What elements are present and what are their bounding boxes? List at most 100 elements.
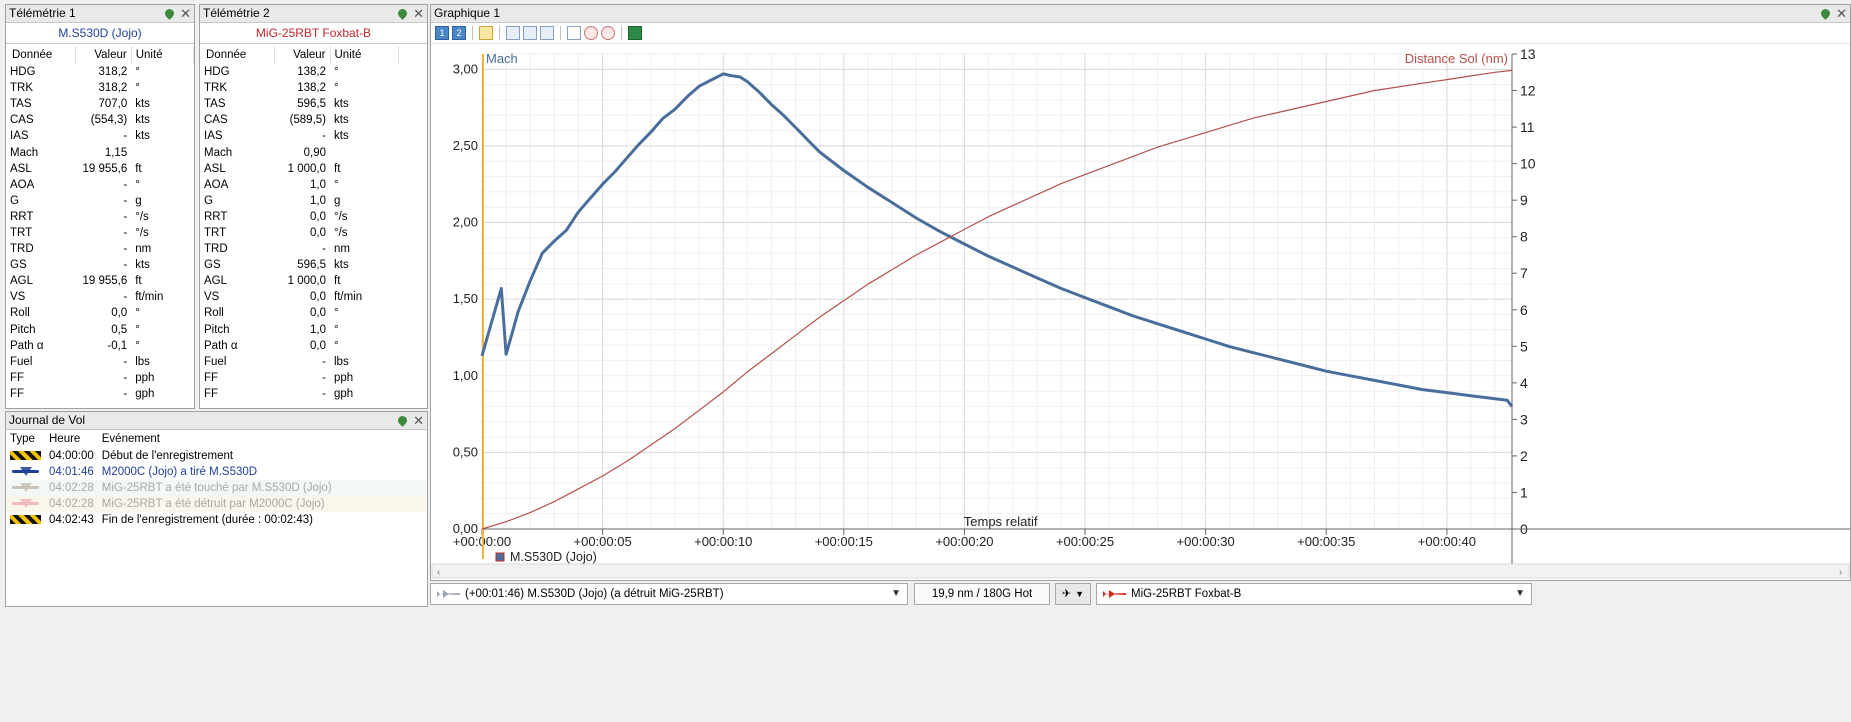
log-entry[interactable]: 04:01:46 M2000C (Jojo) a tiré M.S530D <box>6 464 427 480</box>
pin-icon[interactable] <box>396 414 409 427</box>
log-entry[interactable]: 04:00:00 Début de l'enregistrement <box>6 448 427 464</box>
pin-icon[interactable] <box>163 7 176 20</box>
telemetry-row[interactable]: ASL 19 955,6 ft <box>6 161 194 177</box>
telemetry-row[interactable]: AGL 1 000,0 ft <box>200 273 398 289</box>
column-header-heure[interactable]: Heure <box>45 430 98 448</box>
chevron-down-icon[interactable]: ▼ <box>891 584 901 604</box>
chevron-down-icon[interactable]: ▼ <box>1075 589 1084 599</box>
telemetry-1-table: Donnée Valeur Unité HDG 318,2 ° TRK 318,2 ° TA… <box>6 46 194 402</box>
telemetry-row[interactable]: HDG 318,2 ° <box>6 64 194 80</box>
telemetry-row[interactable]: FF - pph <box>200 370 398 386</box>
telemetry-chart[interactable]: 0,000,501,001,502,002,503,00012345678910… <box>431 44 1850 580</box>
telemetry-row[interactable]: AOA - ° <box>6 177 194 193</box>
zoom-in-icon[interactable] <box>584 26 598 40</box>
close-icon[interactable]: ✕ <box>1836 7 1847 20</box>
target-options-button[interactable]: ✈ ▼ <box>1055 583 1091 605</box>
telemetry-row[interactable]: Fuel - lbs <box>200 354 398 370</box>
telemetry-row[interactable]: HDG 138,2 ° <box>200 64 398 80</box>
excel-export-icon[interactable] <box>628 26 642 40</box>
telemetry-row[interactable]: TRK 138,2 ° <box>200 80 398 96</box>
graph-toolbar: 1 2 <box>431 23 1850 44</box>
telemetry-row[interactable]: AGL 19 955,6 ft <box>6 273 194 289</box>
telemetry-field-unit: ° <box>334 178 339 191</box>
telemetry-row[interactable]: TRD - nm <box>6 241 194 257</box>
telemetry-row[interactable]: RRT - °/s <box>6 209 194 225</box>
telemetry-row[interactable]: Path α -0,1 ° <box>6 338 194 354</box>
pin-icon[interactable] <box>1819 7 1832 20</box>
log-entry[interactable]: 04:02:28 MiG-25RBT a été détruit par M200… <box>6 496 427 512</box>
telemetry-row[interactable]: ASL 1 000,0 ft <box>200 161 398 177</box>
log-entry[interactable]: 04:02:43 Fin de l'enregistrement (durée :… <box>6 512 427 528</box>
telemetry-field-value: 318,2 <box>98 82 128 95</box>
telemetry-2-aircraft[interactable]: MiG-25RBT Foxbat-B <box>200 23 427 44</box>
telemetry-row[interactable]: Roll 0,0 ° <box>200 305 398 321</box>
telemetry-row[interactable]: FF - gph <box>6 386 194 402</box>
telemetry-row[interactable]: AOA 1,0 ° <box>200 177 398 193</box>
zoom-out-icon[interactable] <box>601 26 615 40</box>
column-header-evenement[interactable]: Evénement <box>98 430 427 448</box>
column-header-unite[interactable]: Unité <box>330 46 399 64</box>
telemetry-field-value: 1,0 <box>310 323 326 336</box>
column-header-type[interactable]: Type <box>6 430 45 448</box>
column-header-valeur[interactable]: Valeur <box>274 46 331 64</box>
telemetry-row[interactable]: TAS 596,5 kts <box>200 96 398 112</box>
remove-graph-icon[interactable] <box>540 26 554 40</box>
telemetry-row[interactable]: CAS (589,5) kts <box>200 112 398 128</box>
close-icon[interactable]: ✕ <box>413 7 424 20</box>
target-selector[interactable]: MiG-25RBT Foxbat-B ▼ <box>1096 583 1532 605</box>
telemetry-row[interactable]: Path α 0,0 ° <box>200 338 398 354</box>
column-header-donnee[interactable]: Donnée <box>200 46 275 64</box>
page-icon[interactable] <box>567 26 581 40</box>
telemetry-row[interactable]: Mach 0,90 <box>200 144 398 160</box>
telemetry-row[interactable]: G 1,0 g <box>200 193 398 209</box>
telemetry-row[interactable]: VS - ft/min <box>6 289 194 305</box>
y-left-tick-label: 2,00 <box>453 215 478 230</box>
y-right-tick-label: 2 <box>1520 448 1528 464</box>
column-header-valeur[interactable]: Valeur <box>75 46 132 64</box>
telemetry-row[interactable]: TAS 707,0 kts <box>6 96 194 112</box>
toolbar-separator <box>621 26 622 40</box>
close-icon[interactable]: ✕ <box>180 7 191 20</box>
telemetry-field-unit: gph <box>135 387 155 400</box>
chevron-down-icon[interactable]: ▼ <box>1515 584 1525 604</box>
telemetry-row[interactable]: Pitch 0,5 ° <box>6 322 194 338</box>
column-header-donnee[interactable]: Donnée <box>6 46 77 64</box>
column-header-unite[interactable]: Unité <box>131 46 194 64</box>
telemetry-row[interactable]: FF - pph <box>6 370 194 386</box>
close-icon[interactable]: ✕ <box>413 414 424 427</box>
telemetry-row[interactable]: G -g <box>6 193 194 209</box>
wand-icon[interactable] <box>479 26 493 40</box>
hazard-stripe-icon <box>10 451 41 461</box>
log-entry[interactable]: 04:02:28 MiG-25RBT a été touché par M.S53… <box>6 480 427 496</box>
telemetry-row[interactable]: TRT - °/s <box>6 225 194 241</box>
telemetry-row[interactable]: RRT 0,0 °/s <box>200 209 398 225</box>
series-2-button[interactable]: 2 <box>452 26 466 40</box>
telemetry-field-unit: °/s <box>334 210 348 223</box>
y-left-tick-label: 2,50 <box>453 138 478 153</box>
telemetry-row[interactable]: TRT 0,0 °/s <box>200 225 398 241</box>
series-1-button[interactable]: 1 <box>435 26 449 40</box>
telemetry-row[interactable]: IAS - kts <box>200 128 398 144</box>
telemetry-row[interactable]: IAS - kts <box>6 128 194 144</box>
telemetry-2-header: Télémétrie 2 ✕ <box>200 5 427 23</box>
telemetry-field-unit: ° <box>135 323 140 336</box>
telemetry-field-name: Mach <box>10 146 39 159</box>
telemetry-row[interactable]: Fuel - lbs <box>6 354 194 370</box>
event-selector[interactable]: (+00:01:46) M.S530D (Jojo) (a détruit Mi… <box>430 583 908 605</box>
pin-icon[interactable] <box>396 7 409 20</box>
telemetry-row[interactable]: Pitch 1,0 ° <box>200 322 398 338</box>
telemetry-1-aircraft[interactable]: M.S530D (Jojo) <box>6 23 194 44</box>
telemetry-row[interactable]: CAS (554,3) kts <box>6 112 194 128</box>
telemetry-row[interactable]: TRD - nm <box>200 241 398 257</box>
aircraft-target-icon: ✈ <box>1061 588 1072 600</box>
telemetry-row[interactable]: TRK 318,2 ° <box>6 80 194 96</box>
telemetry-row[interactable]: FF - gph <box>200 386 398 402</box>
add-graph-icon[interactable] <box>506 26 520 40</box>
telemetry-row[interactable]: Roll 0,0 ° <box>6 305 194 321</box>
telemetry-row[interactable]: GS 596,5 kts <box>200 257 398 273</box>
telemetry-row[interactable]: VS 0,0 ft/min <box>200 289 398 305</box>
telemetry-field-value: 0,0 <box>310 226 326 239</box>
add-graph-down-icon[interactable] <box>523 26 537 40</box>
telemetry-row[interactable]: Mach 1,15 <box>6 144 194 160</box>
telemetry-row[interactable]: GS - kts <box>6 257 194 273</box>
